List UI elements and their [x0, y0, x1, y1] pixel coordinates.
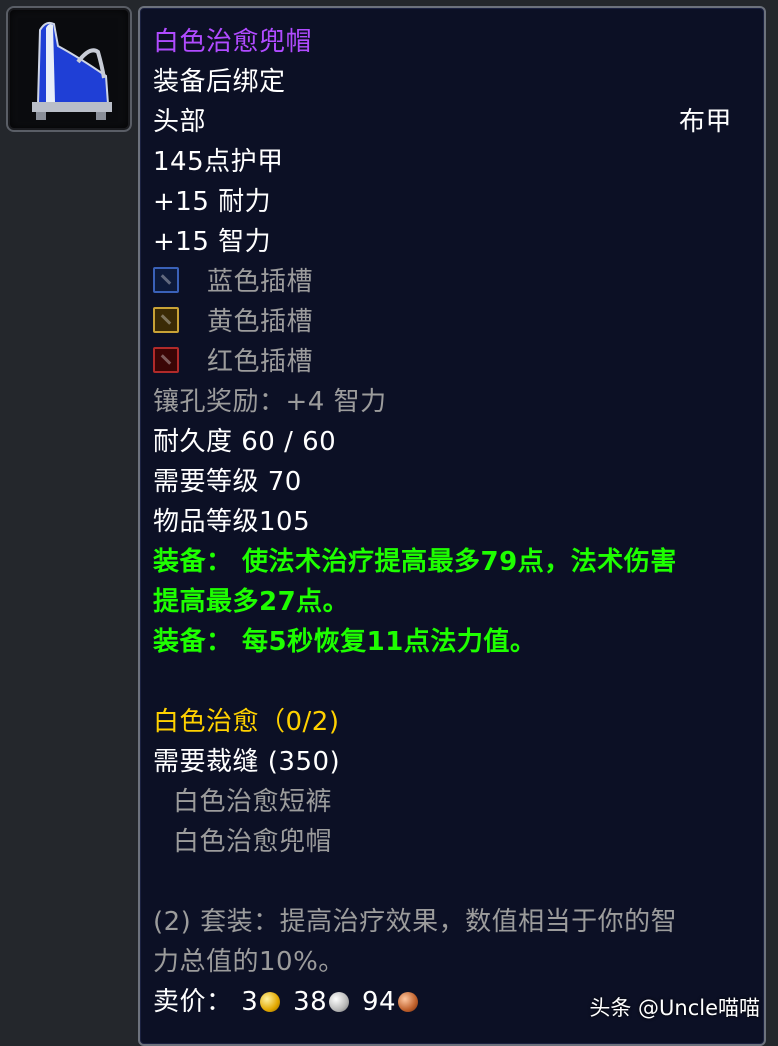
gold-amount: 3 — [241, 987, 259, 1017]
silver-coin-icon — [329, 992, 350, 1012]
blue-socket-icon — [153, 267, 179, 293]
armor-value: 145点护甲 — [153, 147, 284, 177]
set-bonus: 力总值的10%。 — [153, 947, 345, 977]
socket-blue-row: 蓝色插槽 — [153, 262, 313, 302]
set-name: 白色治愈（0/2) — [153, 707, 340, 737]
sell-price-row: 卖价： 3 38 94 — [153, 982, 422, 1022]
durability: 耐久度 60 / 60 — [153, 427, 337, 457]
gold-coin-icon — [260, 992, 281, 1012]
slot-label: 头部 — [153, 107, 207, 137]
red-socket-icon — [153, 347, 179, 373]
blue-hood-icon — [18, 18, 118, 122]
yellow-socket-icon — [153, 307, 179, 333]
socket-label: 红色插槽 — [207, 347, 314, 377]
socket-label: 黄色插槽 — [207, 307, 314, 337]
slot-row: 头部 布甲 — [153, 102, 748, 142]
set-bonus: (2) 套装：提高治疗效果，数值相当于你的智 — [153, 907, 678, 937]
copper-amount: 94 — [361, 987, 397, 1017]
set-piece: 白色治愈兜帽 — [173, 827, 333, 857]
socket-yellow-row: 黄色插槽 — [153, 302, 313, 342]
copper-coin-icon — [398, 992, 419, 1012]
socket-red-row: 红色插槽 — [153, 342, 313, 382]
required-level: 需要等级 70 — [153, 467, 302, 497]
item-level: 物品等级105 — [153, 507, 311, 537]
item-icon-frame[interactable] — [6, 6, 132, 132]
equip-effect: 装备： 每5秒恢复11点法力值。 — [153, 627, 537, 657]
equip-effect: 装备： 使法术治疗提高最多79点，法术伤害 — [153, 547, 677, 577]
item-name: 白色治愈兜帽 — [153, 27, 313, 57]
set-piece: 白色治愈短裤 — [173, 787, 333, 817]
sell-price-label: 卖价： — [153, 987, 233, 1017]
stat-stamina: +15 耐力 — [153, 187, 272, 217]
socket-bonus: 镶孔奖励：+4 智力 — [153, 387, 387, 417]
item-tooltip: 白色治愈兜帽 装备后绑定 头部 布甲 145点护甲 +15 耐力 +15 智力 … — [138, 6, 766, 1046]
silver-amount: 38 — [293, 987, 328, 1017]
socket-label: 蓝色插槽 — [207, 267, 314, 297]
watermark: 头条 @Uncle喵喵 — [589, 996, 760, 1020]
stat-intellect: +15 智力 — [153, 227, 272, 257]
bind-type: 装备后绑定 — [153, 67, 286, 97]
equip-effect: 提高最多27点。 — [153, 587, 350, 617]
armor-type: 布甲 — [678, 107, 732, 137]
set-requirement: 需要裁缝 (350) — [153, 747, 341, 777]
